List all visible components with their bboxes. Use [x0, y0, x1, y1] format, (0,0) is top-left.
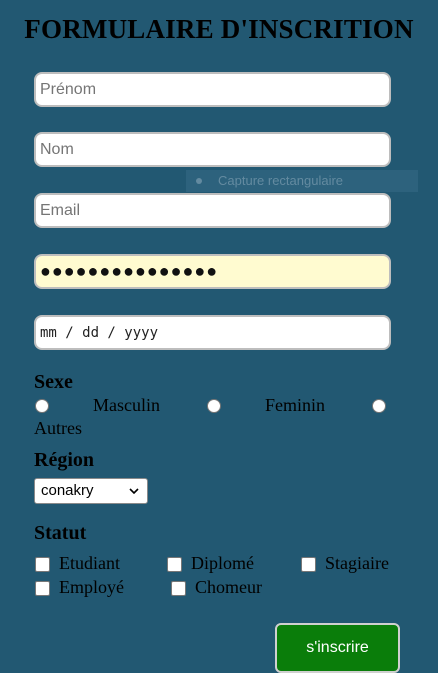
- label-feminin: Feminin: [265, 395, 326, 415]
- radio-masculin[interactable]: [35, 399, 49, 413]
- statut-label: Statut: [34, 522, 87, 544]
- checkbox-etudiant[interactable]: [35, 557, 50, 572]
- overlay-dot-icon: [196, 178, 202, 184]
- label-masculin: Masculin: [93, 395, 160, 415]
- overlay-label: Capture rectangulaire: [218, 173, 344, 188]
- sexe-label: Sexe: [34, 371, 73, 393]
- checkbox-employe[interactable]: [35, 581, 50, 596]
- prenom-input[interactable]: [34, 72, 391, 107]
- label-etudiant: Etudiant: [59, 553, 120, 573]
- label-diplome: Diplomé: [191, 553, 254, 573]
- radio-feminin[interactable]: [207, 399, 221, 413]
- checkbox-diplome[interactable]: [167, 557, 182, 572]
- date-input[interactable]: mm / dd / yyyy: [34, 315, 391, 350]
- label-employe: Employé: [59, 577, 124, 597]
- checkbox-chomeur[interactable]: [171, 581, 186, 596]
- checkbox-stagiaire[interactable]: [301, 557, 316, 572]
- region-select[interactable]: conakry: [34, 478, 148, 504]
- region-selected: conakry: [41, 482, 94, 499]
- region-label: Région: [34, 449, 94, 471]
- label-stagiaire: Stagiaire: [325, 553, 389, 573]
- label-autres: Autres: [34, 418, 82, 438]
- date-placeholder: mm / dd / yyyy: [40, 324, 159, 341]
- email-input[interactable]: [34, 193, 391, 228]
- label-chomeur: Chomeur: [195, 577, 262, 597]
- password-input[interactable]: ●●●●●●●●●●●●●●●: [34, 254, 391, 289]
- chevron-down-icon: [129, 488, 139, 494]
- nom-input[interactable]: [34, 132, 391, 167]
- capture-overlay: Capture rectangulaire: [186, 170, 418, 192]
- radio-autres[interactable]: [372, 399, 386, 413]
- password-mask: ●●●●●●●●●●●●●●●: [40, 261, 219, 281]
- submit-button[interactable]: s'inscrire: [275, 623, 400, 673]
- form-title: FORMULAIRE D'INSCRITION: [24, 14, 414, 44]
